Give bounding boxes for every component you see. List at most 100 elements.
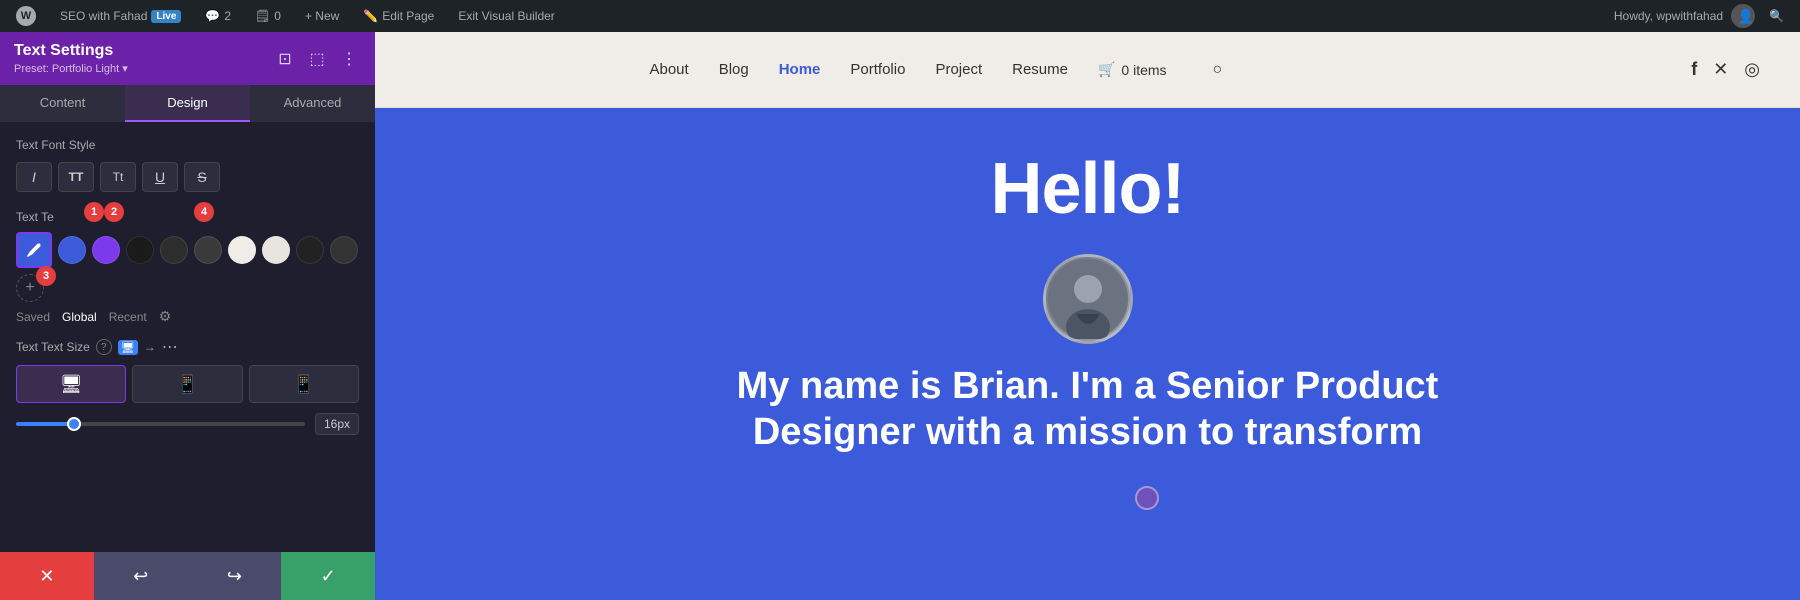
info-icon[interactable]: ? — [96, 339, 112, 355]
color-swatch-purple[interactable] — [92, 236, 120, 264]
color-swatch-blue[interactable] — [58, 236, 86, 264]
panel-more-button[interactable]: ⋮ — [337, 47, 361, 71]
color-swatch-black2[interactable] — [160, 236, 188, 264]
color-swatch-black1[interactable] — [126, 236, 154, 264]
color-options-row: + 3 — [16, 274, 359, 302]
badge-2: 2 — [104, 202, 124, 222]
tab-design[interactable]: Design — [125, 85, 250, 122]
comments-item[interactable]: 💬 2 — [199, 0, 237, 32]
nav-links: About Blog Home Portfolio Project Resume… — [649, 61, 1222, 79]
sidebar-panel: Text Settings Preset: Portfolio Light ▾ … — [0, 32, 375, 600]
desktop-device-button[interactable]: 🖥 — [16, 365, 126, 403]
search-icon[interactable]: ○ — [1213, 61, 1223, 79]
color-picker-button[interactable] — [16, 232, 52, 268]
site-nav: About Blog Home Portfolio Project Resume… — [375, 32, 1800, 108]
strikethrough-button[interactable]: S — [184, 162, 220, 192]
notes-item[interactable]: 🗒 0 — [249, 0, 287, 32]
undo-button[interactable]: ↩ — [94, 552, 188, 600]
panel-expand-button[interactable]: ⬚ — [305, 47, 329, 71]
font-style-label: Text Font Style — [16, 138, 359, 152]
admin-bar-right: Howdy, wpwithfahad 👤 🔍 — [1614, 4, 1790, 28]
font-style-row: I TT Tt U S — [16, 162, 359, 192]
italic-button[interactable]: I — [16, 162, 52, 192]
comment-icon: 💬 — [205, 9, 220, 23]
color-swatch-black3[interactable] — [194, 236, 222, 264]
color-swatch-dark2[interactable] — [330, 236, 358, 264]
nav-home[interactable]: Home — [779, 61, 821, 78]
admin-avatar[interactable]: 👤 — [1731, 4, 1755, 28]
text-color-label: Text Te 1 2 4 — [16, 210, 359, 224]
cart-count: 0 items — [1121, 62, 1166, 78]
admin-search[interactable]: 🔍 — [1763, 9, 1790, 23]
saved-label[interactable]: Saved — [16, 310, 50, 324]
site-name-item[interactable]: SEO with Fahad Live — [54, 0, 187, 32]
site-name: SEO with Fahad — [60, 9, 147, 23]
panel-minimize-button[interactable]: ⊡ — [273, 47, 297, 71]
facebook-icon[interactable]: f — [1691, 59, 1697, 80]
exit-builder-item[interactable]: Exit Visual Builder — [452, 0, 561, 32]
hero-text-content: My name is Brian. I'm a Senior Product D… — [737, 365, 1439, 453]
slider-value[interactable]: 16px — [315, 413, 359, 435]
size-slider-track[interactable] — [16, 422, 305, 426]
text-color-section: Text Te 1 2 4 — [16, 210, 359, 325]
action-bar: ✕ ↩ ↪ ✓ — [0, 552, 375, 600]
nav-resume[interactable]: Resume — [1012, 61, 1068, 78]
confirm-button[interactable]: ✓ — [281, 552, 375, 600]
panel-title-group: Text Settings Preset: Portfolio Light ▾ — [14, 42, 128, 75]
cart-icon: 🛒 — [1098, 61, 1115, 78]
hero-avatar — [1043, 254, 1133, 344]
tablet-device-button[interactable]: 📱 — [132, 365, 242, 403]
website-area: About Blog Home Portfolio Project Resume… — [375, 32, 1800, 600]
new-label: + New — [305, 9, 339, 23]
hero-section: Hello! My name is Brian. I'm a Senior Pr… — [375, 108, 1800, 600]
instagram-icon[interactable]: ◎ — [1744, 59, 1760, 80]
howdy-text: Howdy, wpwithfahad — [1614, 9, 1723, 23]
gear-icon[interactable]: ⚙ — [159, 308, 172, 325]
global-label[interactable]: Global — [62, 310, 97, 324]
preset-label: Preset: Portfolio Light — [14, 63, 119, 75]
color-swatch-light2[interactable] — [262, 236, 290, 264]
nav-cart[interactable]: 🛒 0 items — [1098, 61, 1167, 78]
text-size-label: Text Text Size — [16, 340, 90, 354]
desktop-indicator: 🖥 — [118, 340, 138, 355]
nav-project[interactable]: Project — [935, 61, 982, 78]
wp-logo: W — [16, 6, 36, 26]
pencil-icon: ✏️ — [363, 9, 378, 23]
text-size-header: Text Text Size ? 🖥 → ⋯ — [16, 337, 359, 357]
underline-button[interactable]: U — [142, 162, 178, 192]
admin-bar: W SEO with Fahad Live 💬 2 🗒 0 + New ✏️ E… — [0, 0, 1800, 32]
twitter-icon[interactable]: ✕ — [1713, 59, 1728, 80]
nav-blog[interactable]: Blog — [719, 61, 749, 78]
capitalize-button[interactable]: Tt — [100, 162, 136, 192]
nav-social: f ✕ ◎ — [1691, 59, 1760, 80]
notes-icon: 🗒 — [255, 9, 270, 23]
color-swatch-light1[interactable] — [228, 236, 256, 264]
color-row — [16, 232, 359, 268]
panel-subtitle: Preset: Portfolio Light ▾ — [14, 62, 128, 75]
text-size-section: Text Text Size ? 🖥 → ⋯ 🖥 📱 📱 1 — [16, 337, 359, 435]
nav-portfolio[interactable]: Portfolio — [850, 61, 905, 78]
color-swatch-dark1[interactable] — [296, 236, 324, 264]
more-options-icon[interactable]: ⋯ — [162, 337, 176, 357]
slider-thumb[interactable] — [67, 417, 81, 431]
redo-button[interactable]: ↪ — [188, 552, 282, 600]
tab-advanced[interactable]: Advanced — [250, 85, 375, 122]
tab-content[interactable]: Content — [0, 85, 125, 122]
edit-page-item[interactable]: ✏️ Edit Page — [357, 0, 440, 32]
text-cursor-dot — [1135, 486, 1159, 510]
hero-body-text: My name is Brian. I'm a Senior Product D… — [638, 364, 1538, 455]
comments-count: 2 — [224, 9, 231, 23]
cancel-button[interactable]: ✕ — [0, 552, 94, 600]
recent-label[interactable]: Recent — [109, 310, 147, 324]
new-item[interactable]: + New — [299, 0, 345, 32]
panel-header: Text Settings Preset: Portfolio Light ▾ … — [0, 32, 375, 85]
slider-fill — [16, 422, 74, 426]
mobile-device-button[interactable]: 📱 — [249, 365, 359, 403]
wp-logo-item[interactable]: W — [10, 0, 42, 32]
hero-title: Hello! — [990, 148, 1184, 230]
uppercase-button[interactable]: TT — [58, 162, 94, 192]
exit-builder-label: Exit Visual Builder — [458, 9, 555, 23]
badge-4: 4 — [194, 202, 214, 222]
nav-about[interactable]: About — [649, 61, 688, 78]
slider-row: 16px — [16, 413, 359, 435]
